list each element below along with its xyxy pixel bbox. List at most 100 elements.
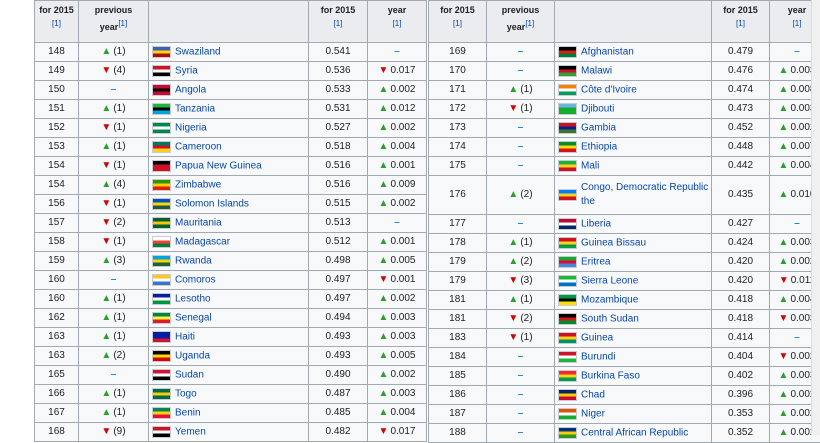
prev-change-cell: ▼(9) [79, 423, 149, 442]
country-name: Papua New Guinea [175, 160, 262, 171]
country-link[interactable]: Sierra Leone [581, 275, 638, 286]
country-link[interactable]: Tanzania [175, 103, 215, 114]
page-scrollbar[interactable] [811, 0, 820, 435]
decrease-arrow-icon: ▼ [101, 160, 111, 171]
country-link[interactable]: Angola [175, 84, 206, 95]
rank-cell: 179 [429, 253, 487, 272]
rank-cell: 176 [429, 176, 487, 215]
country-link[interactable]: Gambia [581, 122, 616, 133]
increase-arrow-icon: ▲ [101, 407, 111, 418]
score-change-cell: ▼0.001 [368, 271, 427, 290]
prev-change-cell: ▲(1) [487, 234, 555, 253]
country-cell: Mauritania [149, 214, 309, 233]
country-name: Eritrea [581, 256, 610, 267]
country-link[interactable]: Mali [581, 160, 599, 171]
decrease-arrow-icon: ▼ [379, 65, 389, 76]
increase-arrow-icon: ▲ [379, 141, 389, 152]
country-link[interactable]: Mauritania [175, 217, 222, 228]
increase-arrow-icon: ▲ [379, 388, 389, 399]
country-link[interactable]: Ethiopia [581, 141, 617, 152]
country-link[interactable]: Madagascar [175, 236, 230, 247]
country-cell: Côte d'Ivoire [555, 81, 712, 100]
score-change-value: 0.012 [390, 103, 415, 114]
country-flag-icon [558, 313, 577, 325]
rank-cell: 166 [35, 385, 79, 404]
prev-header[interactable]: previousyear[1] [487, 1, 555, 43]
country-flag-icon [558, 84, 577, 96]
country-header[interactable] [555, 1, 712, 43]
country-flag-icon [152, 160, 171, 172]
country-link[interactable]: Papua New Guinea [175, 160, 262, 171]
country-link[interactable]: Togo [175, 388, 197, 399]
country-link[interactable]: Burundi [581, 351, 615, 362]
rank-header[interactable]: for 2015[1] [35, 1, 79, 43]
country-link[interactable]: Senegal [175, 312, 212, 323]
country-link[interactable]: Haiti [175, 331, 195, 342]
country-link[interactable]: Niger [581, 408, 605, 419]
country-name: Sierra Leone [581, 275, 638, 286]
country-link[interactable]: Zimbabwe [175, 179, 221, 190]
score-header[interactable]: for 2015[1] [712, 1, 770, 43]
hdi-score-cell: 0.536 [309, 62, 368, 81]
no-change-dash: – [111, 84, 117, 95]
country-link[interactable]: Liberia [581, 218, 611, 229]
hdi-score-cell: 0.402 [712, 367, 770, 386]
score-change-cell: ▲0.002 [368, 366, 427, 385]
country-link[interactable]: Benin [175, 407, 201, 418]
country-link[interactable]: Sudan [175, 369, 204, 380]
rank-cell: 185 [429, 367, 487, 386]
country-flag-icon [152, 293, 171, 305]
country-link[interactable]: Central African Republic [581, 427, 688, 438]
country-link[interactable]: Rwanda [175, 255, 212, 266]
country-link[interactable]: Comoros [175, 274, 216, 285]
score-header[interactable]: for 2015[1] [309, 1, 368, 43]
prev-header[interactable]: previousyear[1] [79, 1, 149, 43]
hdi-score-cell: 0.479 [712, 43, 770, 62]
score-change-value: 0.003 [390, 312, 415, 323]
country-link[interactable]: Guinea [581, 332, 613, 343]
country-name: Guinea Bissau [581, 237, 646, 248]
country-header[interactable] [149, 1, 309, 43]
hdi-score-cell: 0.404 [712, 348, 770, 367]
country-link[interactable]: Eritrea [581, 256, 610, 267]
country-link[interactable]: Syria [175, 65, 198, 76]
country-name: Rwanda [175, 255, 212, 266]
table-header: for 2015[1] previousyear[1] for 2015[1] … [35, 1, 427, 43]
rank-header[interactable]: for 2015[1] [429, 1, 487, 43]
country-link[interactable]: Solomon Islands [175, 198, 249, 209]
country-link[interactable]: Yemen [175, 426, 206, 437]
country-name: Burkina Faso [581, 370, 640, 381]
hdi-score-cell: 0.518 [309, 138, 368, 157]
country-link[interactable]: Djibouti [581, 103, 614, 114]
country-link[interactable]: Nigeria [175, 122, 207, 133]
table-row: 160–Comoros0.497▼0.001 [35, 271, 427, 290]
table-row: 178▲(1)Guinea Bissau0.424▲0.003 [429, 234, 820, 253]
country-link[interactable]: Congo, Democratic Republic of the [581, 190, 712, 201]
country-cell: Burundi [555, 348, 712, 367]
country-link[interactable]: Côte d'Ivoire [581, 84, 637, 95]
prev-change-cell: ▲(1) [79, 404, 149, 423]
change-header[interactable]: year[1] [368, 1, 427, 43]
country-link[interactable]: Swaziland [175, 46, 221, 57]
score-change-value: 0.003 [390, 388, 415, 399]
hdi-score-cell: 0.442 [712, 157, 770, 176]
hdi-score-cell: 0.418 [712, 310, 770, 329]
country-link[interactable]: Mozambique [581, 294, 638, 305]
rank-cell: 150 [35, 81, 79, 100]
country-name: Comoros [175, 274, 216, 285]
country-link[interactable]: Chad [581, 389, 605, 400]
country-link[interactable]: Uganda [175, 350, 210, 361]
table-row: 177–Liberia0.427– [429, 215, 820, 234]
table-row: 151▲(1)Tanzania0.531▲0.012 [35, 100, 427, 119]
country-cell: Guinea [555, 329, 712, 348]
country-link[interactable]: Burkina Faso [581, 370, 640, 381]
country-link[interactable]: South Sudan [581, 313, 639, 324]
country-link[interactable]: Guinea Bissau [581, 237, 646, 248]
country-cell: Afghanistan [555, 43, 712, 62]
rank-cell: 173 [429, 119, 487, 138]
country-link[interactable]: Afghanistan [581, 46, 634, 57]
country-link[interactable]: Lesotho [175, 293, 211, 304]
country-link[interactable]: Malawi [581, 65, 612, 76]
country-link[interactable]: Cameroon [175, 141, 222, 152]
rank-cell: 186 [429, 386, 487, 405]
